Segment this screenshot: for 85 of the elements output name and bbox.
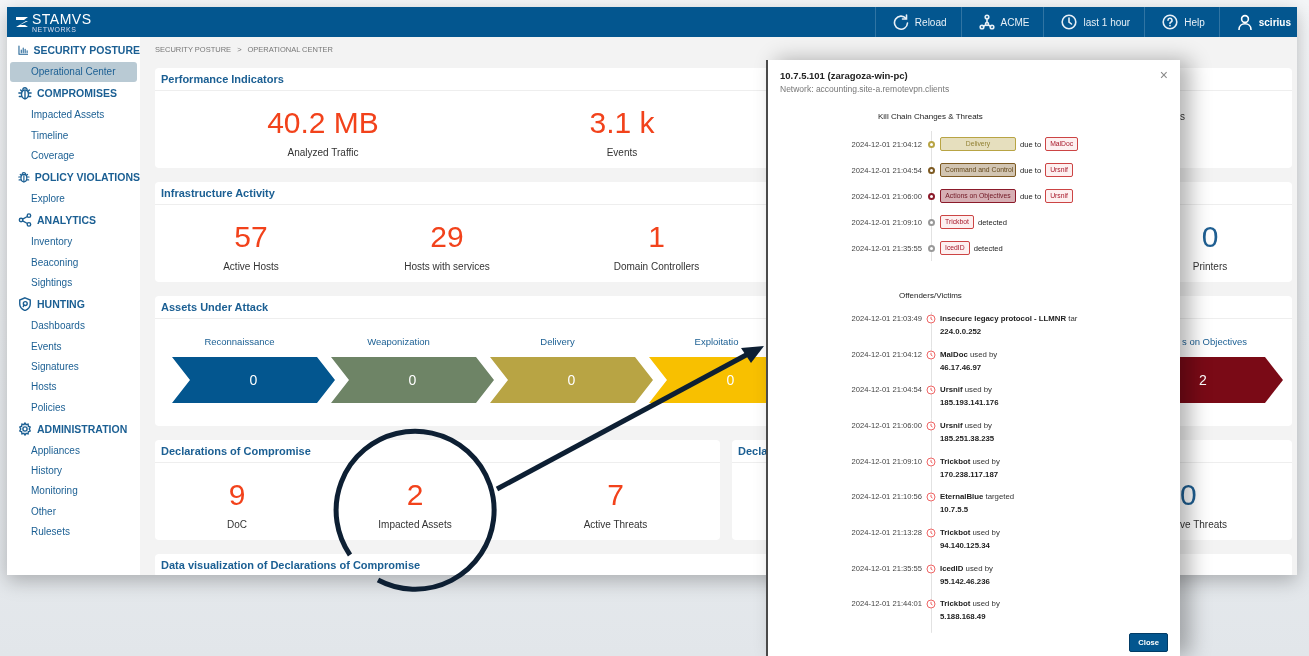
stat-label: Events [606, 147, 638, 159]
help-icon [1162, 14, 1179, 30]
stat-label: Analyzed Traffic [287, 147, 359, 159]
stat-label: Impacted Assets [378, 519, 452, 531]
share-icon [18, 213, 32, 228]
sidebar-item[interactable]: History [10, 461, 137, 482]
stat-value: 57 [234, 219, 268, 255]
reload-button[interactable]: Reload [874, 7, 961, 37]
bar-chart-icon [18, 43, 29, 57]
logo-name: STAMVS [32, 11, 92, 26]
stat-value: 1 [648, 219, 665, 255]
sidebar-item[interactable]: Appliances [10, 440, 137, 462]
clock-icon [926, 349, 936, 360]
kill-chain-stage[interactable]: 0 [331, 357, 494, 403]
sidebar-item[interactable]: Monitoring [10, 481, 137, 502]
stat-value: 9 [228, 477, 246, 513]
clock-icon [926, 528, 936, 539]
clock-icon [926, 456, 936, 467]
stat-label: Active Threats [583, 519, 648, 531]
help-button[interactable]: Help [1144, 7, 1219, 37]
stat-value: 40.2 MB [267, 105, 379, 141]
logo-icon [15, 15, 29, 29]
sidebar-section-heading[interactable]: ADMINISTRATION [7, 421, 140, 436]
clock-icon [926, 492, 936, 503]
time-range-button[interactable]: last 1 hour [1043, 7, 1145, 37]
stat-value: 0 [1201, 219, 1219, 255]
sidebar-item[interactable]: Sightings [10, 273, 137, 294]
close-button[interactable]: × [1159, 70, 1168, 80]
stat-value: 3.1 k [589, 105, 655, 141]
sidebar-item[interactable]: Signatures [10, 356, 137, 378]
sidebar-item[interactable]: Beaconing [10, 252, 137, 274]
stage-label[interactable]: Delivery [540, 336, 603, 348]
sidebar-item[interactable]: Dashboards [10, 316, 137, 337]
user-icon [1236, 14, 1253, 30]
stage-label[interactable]: s on Objectives [1182, 336, 1247, 348]
sidebar-item[interactable]: Impacted Assets [10, 105, 137, 126]
stat-value: 7 [607, 477, 624, 513]
dialog-title: 10.7.5.101 (zaragoza-win-pc) [780, 70, 909, 81]
clock-icon [926, 314, 936, 324]
sidebar-item[interactable]: Coverage [10, 145, 137, 167]
sidebar-section-heading[interactable]: ANALYTICS [7, 213, 140, 228]
stat-value: 29 [430, 219, 464, 255]
stat-label: Active Hosts [223, 261, 279, 273]
sidebar-item[interactable]: Other [10, 501, 137, 523]
sidebar-section-heading[interactable]: SECURITY POSTURE [7, 43, 140, 57]
stat-value: 0 [1180, 477, 1197, 513]
stage-label[interactable]: Exploitatio [694, 336, 766, 348]
sidebar-item[interactable]: Rulesets [10, 522, 137, 543]
bug-icon [18, 86, 32, 101]
shield-icon [18, 297, 32, 312]
kill-chain-stage[interactable]: 2 [1180, 357, 1283, 403]
kill-chain-stage[interactable]: 0 [172, 357, 335, 403]
sidebar-item[interactable]: Operational Center [10, 62, 137, 83]
stat-label: s [1180, 111, 1185, 123]
sidebar-item[interactable]: Inventory [10, 232, 137, 253]
card-title: Declarations of Compromise [155, 440, 720, 463]
sidebar-item[interactable]: Explore [10, 189, 137, 210]
clock-icon [926, 421, 936, 431]
stat-value: 2 [406, 477, 424, 513]
clock-icon [926, 563, 936, 574]
sidebar-section-heading[interactable]: POLICY VIOLATIONS [7, 170, 140, 185]
clock-icon [926, 385, 936, 396]
network-nodes-icon [978, 14, 995, 30]
stat-label: Domain Controllers [613, 261, 700, 273]
clock-icon [926, 599, 936, 610]
bug-icon [18, 170, 30, 185]
settings-icon [18, 421, 32, 436]
section-heading: Kill Chain Changes & Threats [878, 112, 984, 121]
stat-label: DoC [227, 519, 247, 531]
stat-label: Printers [1192, 261, 1228, 273]
sidebar-item[interactable]: Hosts [10, 377, 137, 398]
sidebar-item[interactable]: Events [10, 336, 137, 357]
tenant-button[interactable]: ACME [960, 7, 1044, 37]
stat-label: ve Threats [1180, 519, 1228, 531]
sidebar-item[interactable]: Timeline [10, 125, 137, 146]
stat-label: Hosts with services [404, 261, 490, 273]
stage-label[interactable]: Reconnaissance [204, 336, 303, 348]
sidebar-section-heading[interactable]: HUNTING [7, 297, 140, 312]
sidebar-item[interactable]: Policies [10, 397, 137, 418]
stage-label[interactable]: Weaponization [367, 336, 458, 348]
dialog-subtitle: Network: accounting.site-a.remotevpn.clients [780, 84, 951, 94]
user-menu-button[interactable]: scirius [1218, 7, 1297, 37]
clock-icon [1061, 14, 1078, 30]
reload-icon [892, 14, 909, 30]
sidebar-section-heading[interactable]: COMPROMISES [7, 86, 140, 101]
